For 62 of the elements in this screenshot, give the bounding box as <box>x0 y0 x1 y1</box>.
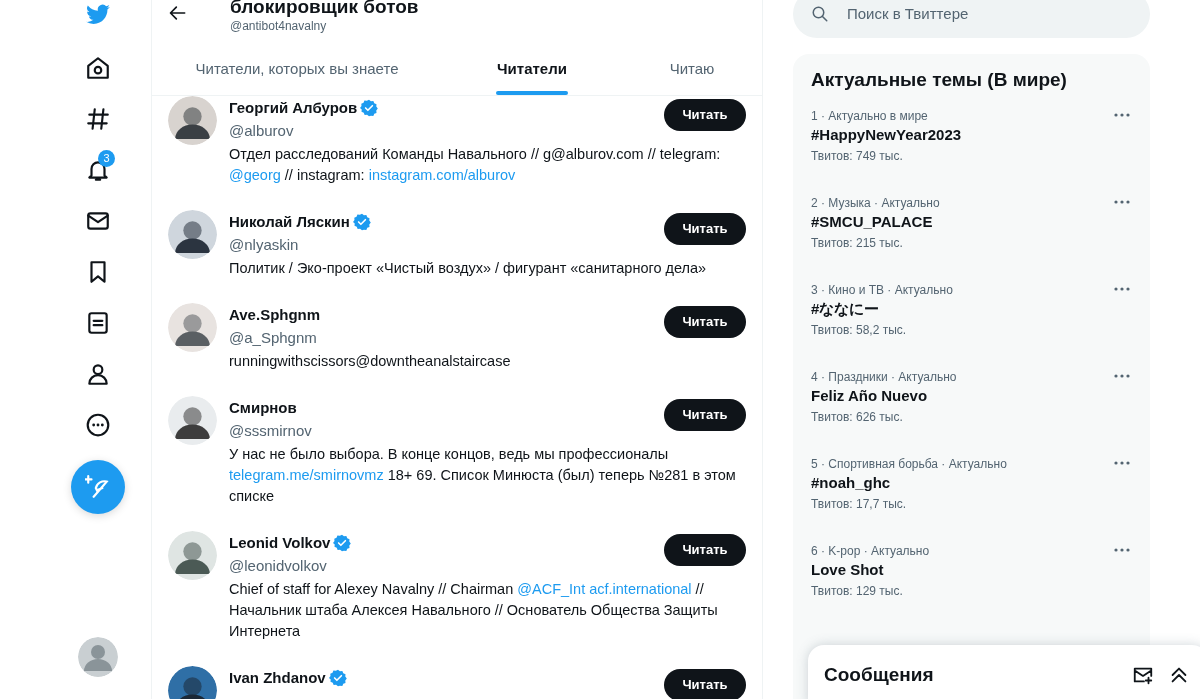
trend-meta: 4 · Праздники · Актуально <box>811 369 957 385</box>
more-icon <box>85 411 111 438</box>
user-handle[interactable]: @a_Sphgnm <box>229 327 664 349</box>
trend-count: Твитов: 215 тыс. <box>811 235 904 252</box>
compose-button[interactable] <box>71 460 125 514</box>
hashtag-icon <box>85 105 111 132</box>
user-name[interactable]: Ivan Zhdanov <box>229 668 326 688</box>
section-title: Актуальные темы (В мире) <box>811 68 1068 92</box>
avatar[interactable] <box>168 396 217 445</box>
search-field[interactable]: Поиск в Твиттере <box>845 1 1132 27</box>
avatar[interactable] <box>168 531 217 580</box>
avatar[interactable] <box>168 210 217 259</box>
user-name[interactable]: Георгий Албуров <box>229 98 358 118</box>
user-name[interactable]: Смирнов <box>229 398 297 418</box>
trend-topic[interactable]: #noah_ghc <box>811 472 1132 494</box>
user-handle[interactable]: @sssmirnov <box>229 420 664 442</box>
trend-topic[interactable]: #ななにー <box>811 298 1132 320</box>
tab[interactable]: Читатели, которых вы знаете <box>152 44 442 95</box>
profile-handle: @antibot4navalny <box>230 18 328 34</box>
home-icon <box>85 54 111 81</box>
trend-count: Твитов: 129 тыс. <box>811 583 904 600</box>
search-bar[interactable]: Поиск в Твиттере <box>793 0 1150 38</box>
trend-topic[interactable]: Feliz Año Nuevo <box>811 385 1132 407</box>
tab[interactable]: Читаю <box>622 44 762 95</box>
trend-count: Твитов: 749 тыс. <box>811 148 904 165</box>
follow-button[interactable]: Читать <box>664 99 746 131</box>
tab[interactable]: Читатели <box>442 44 622 95</box>
user-handle[interactable]: @nlyaskin <box>229 234 664 256</box>
back-arrow-icon <box>168 3 188 23</box>
avatar[interactable] <box>168 96 217 145</box>
user-name[interactable]: Николай Ляскин <box>229 212 350 232</box>
trend-meta: 2 · Музыка · Актуально <box>811 195 940 211</box>
drawer-title: Сообщения <box>824 662 935 687</box>
avatar[interactable] <box>168 303 217 352</box>
trend-meta: 3 · Кино и ТВ · Актуально <box>811 282 953 298</box>
trend-topic[interactable]: #SMCU_PALACE <box>811 211 1132 233</box>
user-bio: Chief of staff for Alexey Navalny // Chairman @ACF_Int acf.international // Начальник штаба Алексея Навального // Основатель Общества Защиты Интернета <box>229 580 719 641</box>
user-bio: runningwithscissors@downtheanalstaircase <box>229 352 512 371</box>
list-icon <box>85 309 111 336</box>
search-icon <box>811 5 829 23</box>
trend-topic[interactable]: #HappyNewYear2023 <box>811 124 1132 146</box>
follow-button[interactable]: Читать <box>664 669 746 699</box>
user-bio: Политик / Эко-проект «Чистый воздух» / фигурант «санитарного дела» <box>229 259 708 278</box>
follow-button[interactable]: Читать <box>664 306 746 338</box>
trend-count: Твитов: 17,7 тыс. <box>811 496 908 513</box>
user-handle[interactable]: @leonidvolkov <box>229 555 664 577</box>
trend-meta: 1 · Актуально в мире <box>811 108 928 124</box>
user-bio: Отдел расследований Команды Навального // g@alburov.com // telegram: @georg // instagram: instagram.com/alburov <box>229 145 722 185</box>
follow-button[interactable]: Читать <box>664 213 746 245</box>
user-name[interactable]: Ave.Sphgnm <box>229 305 321 325</box>
user-handle[interactable]: @alburov <box>229 120 664 142</box>
trend-count: Твитов: 626 тыс. <box>811 409 904 426</box>
user-name[interactable]: Leonid Volkov <box>229 533 331 553</box>
follow-button[interactable]: Читать <box>664 534 746 566</box>
trend-meta: 6 · K-pop · Актуально <box>811 543 930 559</box>
trend-count: Твитов: 58,2 тыс. <box>811 322 908 339</box>
notification-count: 3 <box>98 150 115 167</box>
feather-plus-icon <box>85 474 111 500</box>
user-bio: У нас не было выбора. В конце концов, ведь мы профессионалы telegram.me/smirnovmz 18+ 69. Список Минюста (был) теперь №281 в этом списке <box>229 445 737 506</box>
trend-topic[interactable]: Love Shot <box>811 559 1132 581</box>
trend-meta: 5 · Спортивная борьба · Актуально <box>811 456 1007 472</box>
follow-button[interactable]: Читать <box>664 399 746 431</box>
